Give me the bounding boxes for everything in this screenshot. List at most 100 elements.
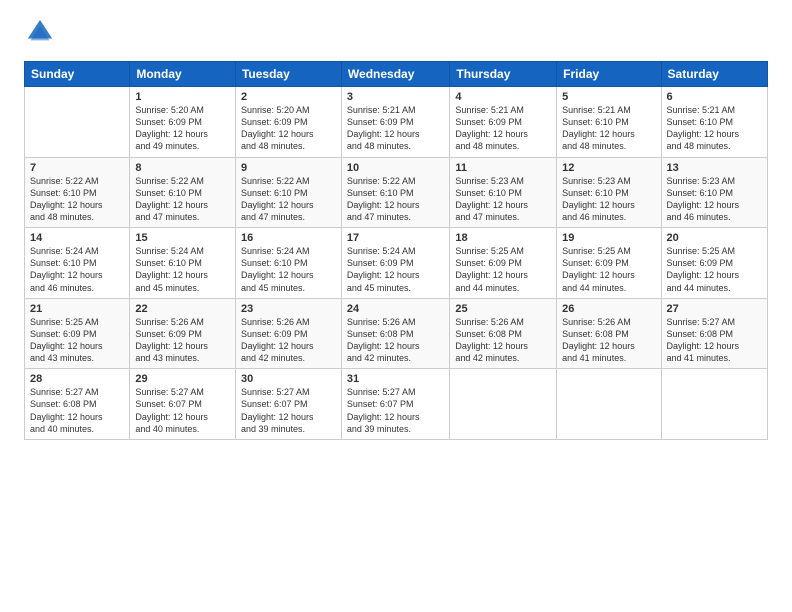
header [24,18,768,51]
calendar-cell: 23Sunrise: 5:26 AM Sunset: 6:09 PM Dayli… [235,298,341,369]
calendar-cell [557,369,661,440]
day-number: 24 [347,303,444,315]
day-number: 25 [455,303,551,315]
day-number: 27 [667,303,762,315]
calendar: SundayMondayTuesdayWednesdayThursdayFrid… [24,61,768,440]
calendar-cell: 4Sunrise: 5:21 AM Sunset: 6:09 PM Daylig… [450,87,557,158]
day-info: Sunrise: 5:22 AM Sunset: 6:10 PM Dayligh… [30,175,124,224]
day-number: 21 [30,303,124,315]
day-info: Sunrise: 5:24 AM Sunset: 6:10 PM Dayligh… [241,245,336,294]
day-number: 12 [562,162,655,174]
calendar-cell: 3Sunrise: 5:21 AM Sunset: 6:09 PM Daylig… [341,87,449,158]
day-number: 9 [241,162,336,174]
calendar-header-thursday: Thursday [450,62,557,87]
day-info: Sunrise: 5:26 AM Sunset: 6:09 PM Dayligh… [135,316,230,365]
calendar-cell: 5Sunrise: 5:21 AM Sunset: 6:10 PM Daylig… [557,87,661,158]
day-info: Sunrise: 5:26 AM Sunset: 6:08 PM Dayligh… [347,316,444,365]
calendar-cell: 25Sunrise: 5:26 AM Sunset: 6:08 PM Dayli… [450,298,557,369]
day-info: Sunrise: 5:24 AM Sunset: 6:10 PM Dayligh… [135,245,230,294]
day-info: Sunrise: 5:23 AM Sunset: 6:10 PM Dayligh… [562,175,655,224]
calendar-cell: 20Sunrise: 5:25 AM Sunset: 6:09 PM Dayli… [661,228,767,299]
day-number: 30 [241,373,336,385]
calendar-cell [25,87,130,158]
calendar-header-sunday: Sunday [25,62,130,87]
calendar-cell [450,369,557,440]
calendar-header-row: SundayMondayTuesdayWednesdayThursdayFrid… [25,62,768,87]
day-number: 18 [455,232,551,244]
day-number: 28 [30,373,124,385]
calendar-cell: 28Sunrise: 5:27 AM Sunset: 6:08 PM Dayli… [25,369,130,440]
day-number: 13 [667,162,762,174]
calendar-cell: 10Sunrise: 5:22 AM Sunset: 6:10 PM Dayli… [341,157,449,228]
calendar-week-2: 7Sunrise: 5:22 AM Sunset: 6:10 PM Daylig… [25,157,768,228]
calendar-week-5: 28Sunrise: 5:27 AM Sunset: 6:08 PM Dayli… [25,369,768,440]
day-number: 2 [241,91,336,103]
calendar-cell: 2Sunrise: 5:20 AM Sunset: 6:09 PM Daylig… [235,87,341,158]
day-number: 31 [347,373,444,385]
day-number: 23 [241,303,336,315]
day-number: 6 [667,91,762,103]
calendar-cell: 16Sunrise: 5:24 AM Sunset: 6:10 PM Dayli… [235,228,341,299]
day-info: Sunrise: 5:20 AM Sunset: 6:09 PM Dayligh… [241,104,336,153]
calendar-cell: 17Sunrise: 5:24 AM Sunset: 6:09 PM Dayli… [341,228,449,299]
day-info: Sunrise: 5:26 AM Sunset: 6:08 PM Dayligh… [562,316,655,365]
day-info: Sunrise: 5:25 AM Sunset: 6:09 PM Dayligh… [667,245,762,294]
day-info: Sunrise: 5:25 AM Sunset: 6:09 PM Dayligh… [30,316,124,365]
calendar-cell: 15Sunrise: 5:24 AM Sunset: 6:10 PM Dayli… [130,228,236,299]
day-number: 26 [562,303,655,315]
calendar-cell: 31Sunrise: 5:27 AM Sunset: 6:07 PM Dayli… [341,369,449,440]
calendar-cell: 26Sunrise: 5:26 AM Sunset: 6:08 PM Dayli… [557,298,661,369]
calendar-cell: 19Sunrise: 5:25 AM Sunset: 6:09 PM Dayli… [557,228,661,299]
day-info: Sunrise: 5:22 AM Sunset: 6:10 PM Dayligh… [241,175,336,224]
day-number: 15 [135,232,230,244]
day-number: 11 [455,162,551,174]
day-number: 20 [667,232,762,244]
calendar-cell: 1Sunrise: 5:20 AM Sunset: 6:09 PM Daylig… [130,87,236,158]
day-info: Sunrise: 5:27 AM Sunset: 6:07 PM Dayligh… [241,386,336,435]
day-info: Sunrise: 5:22 AM Sunset: 6:10 PM Dayligh… [347,175,444,224]
day-info: Sunrise: 5:27 AM Sunset: 6:07 PM Dayligh… [135,386,230,435]
day-info: Sunrise: 5:27 AM Sunset: 6:08 PM Dayligh… [667,316,762,365]
calendar-header-monday: Monday [130,62,236,87]
day-info: Sunrise: 5:25 AM Sunset: 6:09 PM Dayligh… [455,245,551,294]
calendar-cell: 11Sunrise: 5:23 AM Sunset: 6:10 PM Dayli… [450,157,557,228]
logo-icon [26,18,54,46]
calendar-cell: 18Sunrise: 5:25 AM Sunset: 6:09 PM Dayli… [450,228,557,299]
day-info: Sunrise: 5:21 AM Sunset: 6:10 PM Dayligh… [562,104,655,153]
day-info: Sunrise: 5:26 AM Sunset: 6:08 PM Dayligh… [455,316,551,365]
day-number: 14 [30,232,124,244]
day-number: 5 [562,91,655,103]
day-info: Sunrise: 5:27 AM Sunset: 6:07 PM Dayligh… [347,386,444,435]
calendar-cell: 7Sunrise: 5:22 AM Sunset: 6:10 PM Daylig… [25,157,130,228]
calendar-cell: 30Sunrise: 5:27 AM Sunset: 6:07 PM Dayli… [235,369,341,440]
calendar-week-3: 14 Sunrise: 5:24 AM Sunset: 6:10 PM Dayli… [25,228,768,299]
day-info: Sunrise: 5:22 AM Sunset: 6:10 PM Dayligh… [135,175,230,224]
day-number: 19 [562,232,655,244]
day-info: Sunrise: 5:21 AM Sunset: 6:09 PM Dayligh… [455,104,551,153]
logo [24,18,54,51]
day-info: Sunrise: 5:27 AM Sunset: 6:08 PM Dayligh… [30,386,124,435]
day-number: 4 [455,91,551,103]
day-info: Sunrise: 5:25 AM Sunset: 6:09 PM Dayligh… [562,245,655,294]
day-number: 16 [241,232,336,244]
day-number: 22 [135,303,230,315]
calendar-cell: 8Sunrise: 5:22 AM Sunset: 6:10 PM Daylig… [130,157,236,228]
day-number: 3 [347,91,444,103]
day-number: 10 [347,162,444,174]
calendar-header-tuesday: Tuesday [235,62,341,87]
calendar-header-wednesday: Wednesday [341,62,449,87]
calendar-week-4: 21Sunrise: 5:25 AM Sunset: 6:09 PM Dayli… [25,298,768,369]
calendar-cell: 22Sunrise: 5:26 AM Sunset: 6:09 PM Dayli… [130,298,236,369]
day-info: Sunrise: 5:21 AM Sunset: 6:09 PM Dayligh… [347,104,444,153]
day-info: Sunrise: 5:23 AM Sunset: 6:10 PM Dayligh… [667,175,762,224]
calendar-cell: 13Sunrise: 5:23 AM Sunset: 6:10 PM Dayli… [661,157,767,228]
day-number: 8 [135,162,230,174]
day-number: 1 [135,91,230,103]
day-info: Sunrise: 5:26 AM Sunset: 6:09 PM Dayligh… [241,316,336,365]
day-info: Sunrise: 5:24 AM Sunset: 6:09 PM Dayligh… [347,245,444,294]
calendar-cell: 24Sunrise: 5:26 AM Sunset: 6:08 PM Dayli… [341,298,449,369]
calendar-cell: 27Sunrise: 5:27 AM Sunset: 6:08 PM Dayli… [661,298,767,369]
calendar-cell: 12Sunrise: 5:23 AM Sunset: 6:10 PM Dayli… [557,157,661,228]
day-number: 7 [30,162,124,174]
day-info: Sunrise: 5:21 AM Sunset: 6:10 PM Dayligh… [667,104,762,153]
